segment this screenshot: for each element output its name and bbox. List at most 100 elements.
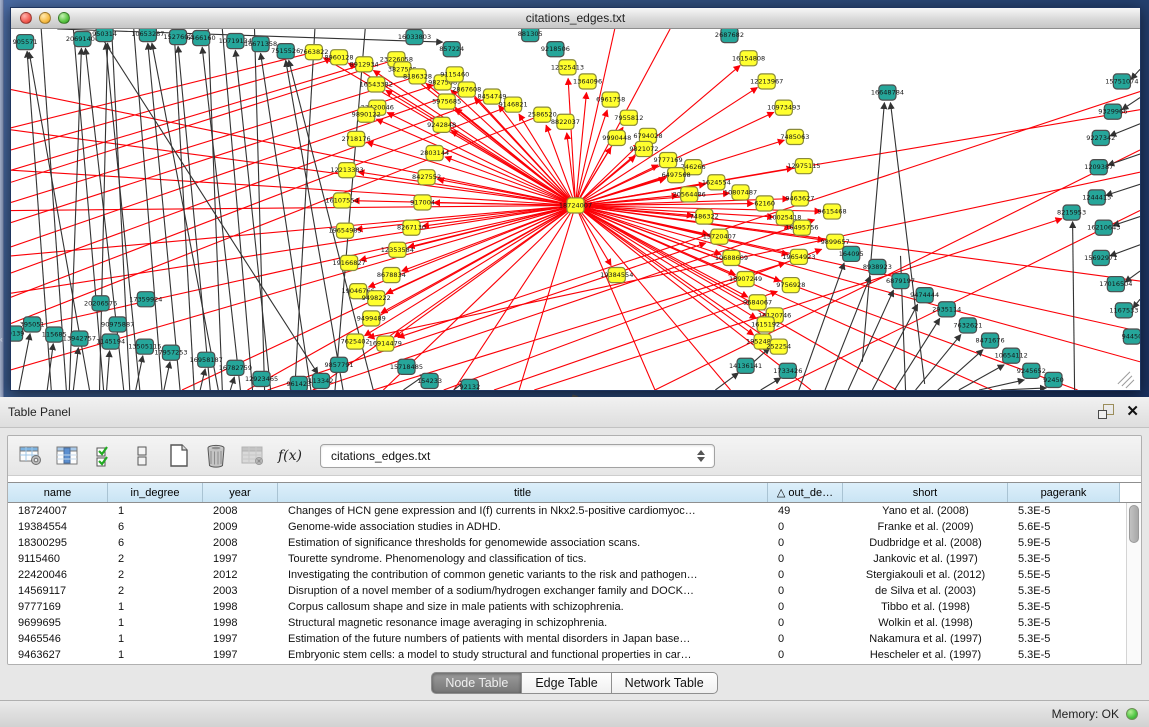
table-row[interactable]: 2242004622012Investigating the contribut… (8, 567, 1126, 583)
cell-year[interactable]: 1998 (203, 599, 278, 615)
cell-title[interactable]: Disruption of a novel member of a sodium… (278, 583, 768, 599)
cell-pagerank[interactable]: 5.9E-5 (1008, 535, 1120, 551)
cell-out_degree[interactable]: 0 (768, 647, 843, 663)
cell-short[interactable]: Stergiakouli et al. (2012) (843, 567, 1008, 583)
cell-title[interactable]: Structural magnetic resonance image aver… (278, 615, 768, 631)
cell-year[interactable]: 2008 (203, 535, 278, 551)
cell-in_degree[interactable]: 1 (108, 631, 203, 647)
select-columns-button[interactable] (92, 443, 118, 469)
cell-name[interactable]: 9463627 (8, 647, 108, 663)
cell-title[interactable]: Estimation of significance thresholds fo… (278, 535, 768, 551)
scrollbar-thumb[interactable] (1129, 505, 1139, 543)
cell-year[interactable]: 1997 (203, 647, 278, 663)
cell-year[interactable]: 2012 (203, 567, 278, 583)
cell-short[interactable]: Nakamura et al. (1997) (843, 631, 1008, 647)
cell-year[interactable]: 2003 (203, 583, 278, 599)
cell-title[interactable]: Tourette syndrome. Phenomenology and cla… (278, 551, 768, 567)
cell-name[interactable]: 9777169 (8, 599, 108, 615)
cell-short[interactable]: Tibbo et al. (1998) (843, 599, 1008, 615)
cell-in_degree[interactable]: 1 (108, 615, 203, 631)
table-row[interactable]: 1872400712008Changes of HCN gene express… (8, 503, 1126, 519)
cell-title[interactable]: Embryonic stem cells: a model to study s… (278, 647, 768, 663)
tab-node-table[interactable]: Node Table (431, 672, 522, 694)
cell-short[interactable]: Yano et al. (2008) (843, 503, 1008, 519)
table-scrollbar[interactable] (1126, 503, 1141, 664)
cell-year[interactable]: 1997 (203, 551, 278, 567)
cell-out_degree[interactable]: 0 (768, 519, 843, 535)
cell-title[interactable]: Changes of HCN gene expression and I(f) … (278, 503, 768, 519)
new-table-button[interactable] (166, 443, 192, 469)
citation-graph[interactable]: 2718176122133831610755419654985191668271… (11, 29, 1140, 390)
cell-short[interactable]: de Silva et al. (2003) (843, 583, 1008, 599)
show-columns-button[interactable] (55, 443, 81, 469)
table-row[interactable]: 1938455462009Genome-wide association stu… (8, 519, 1126, 535)
cell-title[interactable]: Genome-wide association studies in ADHD. (278, 519, 768, 535)
cell-out_degree[interactable]: 49 (768, 503, 843, 519)
column-header-short[interactable]: short (843, 483, 1008, 502)
network-window-titlebar[interactable]: citations_edges.txt (11, 8, 1140, 29)
cell-year[interactable]: 2008 (203, 503, 278, 519)
unselect-rows-button[interactable] (129, 443, 155, 469)
cell-year[interactable]: 2009 (203, 519, 278, 535)
cell-short[interactable]: Jankovic et al. (1997) (843, 551, 1008, 567)
delete-column-button-disabled[interactable] (240, 443, 266, 469)
cell-out_degree[interactable]: 0 (768, 567, 843, 583)
cell-name[interactable]: 9465546 (8, 631, 108, 647)
cell-pagerank[interactable]: 5.5E-5 (1008, 567, 1120, 583)
cell-out_degree[interactable]: 0 (768, 551, 843, 567)
cell-out_degree[interactable]: 0 (768, 535, 843, 551)
table-row[interactable]: 1830029562008Estimation of significance … (8, 535, 1126, 551)
cell-out_degree[interactable]: 0 (768, 583, 843, 599)
table-row[interactable]: 911546021997Tourette syndrome. Phenomeno… (8, 551, 1126, 567)
column-header-out_degree[interactable]: △ out_de… (768, 483, 843, 502)
column-header-in_degree[interactable]: in_degree (108, 483, 203, 502)
table-selector[interactable]: citations_edges.txt (320, 444, 715, 468)
cell-in_degree[interactable]: 1 (108, 599, 203, 615)
cell-in_degree[interactable]: 2 (108, 567, 203, 583)
tab-network-table[interactable]: Network Table (612, 672, 718, 694)
cell-name[interactable]: 19384554 (8, 519, 108, 535)
tab-edge-table[interactable]: Edge Table (522, 672, 611, 694)
cell-out_degree[interactable]: 0 (768, 615, 843, 631)
cell-short[interactable]: Dudbridge et al. (2008) (843, 535, 1008, 551)
delete-table-button[interactable] (203, 443, 229, 469)
float-panel-icon[interactable] (1098, 404, 1114, 419)
cell-name[interactable]: 22420046 (8, 567, 108, 583)
cell-pagerank[interactable]: 5.3E-5 (1008, 631, 1120, 647)
cell-name[interactable]: 18300295 (8, 535, 108, 551)
cell-name[interactable]: 14569117 (8, 583, 108, 599)
cell-pagerank[interactable]: 5.3E-5 (1008, 599, 1120, 615)
close-panel-icon[interactable]: ✕ (1126, 404, 1139, 419)
cell-pagerank[interactable]: 5.3E-5 (1008, 615, 1120, 631)
table-row[interactable]: 1456911722003Disruption of a novel membe… (8, 583, 1126, 599)
cell-short[interactable]: Hescheler et al. (1997) (843, 647, 1008, 663)
function-builder-button[interactable]: f(x) (277, 443, 303, 469)
cell-pagerank[interactable]: 5.6E-5 (1008, 519, 1120, 535)
cell-title[interactable]: Investigating the contribution of common… (278, 567, 768, 583)
cell-in_degree[interactable]: 2 (108, 583, 203, 599)
table-row[interactable]: 969969511998Structural magnetic resonanc… (8, 615, 1126, 631)
cell-name[interactable]: 18724007 (8, 503, 108, 519)
cell-out_degree[interactable]: 0 (768, 631, 843, 647)
column-header-title[interactable]: title (278, 483, 768, 502)
column-header-pagerank[interactable]: pagerank (1008, 483, 1120, 502)
cell-name[interactable]: 9115460 (8, 551, 108, 567)
cell-in_degree[interactable]: 6 (108, 519, 203, 535)
cell-pagerank[interactable]: 5.3E-5 (1008, 583, 1120, 599)
cell-short[interactable]: Franke et al. (2009) (843, 519, 1008, 535)
cell-in_degree[interactable]: 2 (108, 551, 203, 567)
cell-in_degree[interactable]: 6 (108, 535, 203, 551)
table-row[interactable]: 946362711997Embryonic stem cells: a mode… (8, 647, 1126, 663)
table-row[interactable]: 977716911998Corpus callosum shape and si… (8, 599, 1126, 615)
cell-short[interactable]: Wolkin et al. (1998) (843, 615, 1008, 631)
table-settings-button[interactable] (18, 443, 44, 469)
column-header-name[interactable]: name (8, 483, 108, 502)
cell-out_degree[interactable]: 0 (768, 599, 843, 615)
cell-in_degree[interactable]: 1 (108, 647, 203, 663)
cell-title[interactable]: Estimation of the future numbers of pati… (278, 631, 768, 647)
cell-name[interactable]: 9699695 (8, 615, 108, 631)
cell-pagerank[interactable]: 5.3E-5 (1008, 551, 1120, 567)
cell-pagerank[interactable]: 5.3E-5 (1008, 503, 1120, 519)
table-row[interactable]: 946554611997Estimation of the future num… (8, 631, 1126, 647)
column-header-year[interactable]: year (203, 483, 278, 502)
